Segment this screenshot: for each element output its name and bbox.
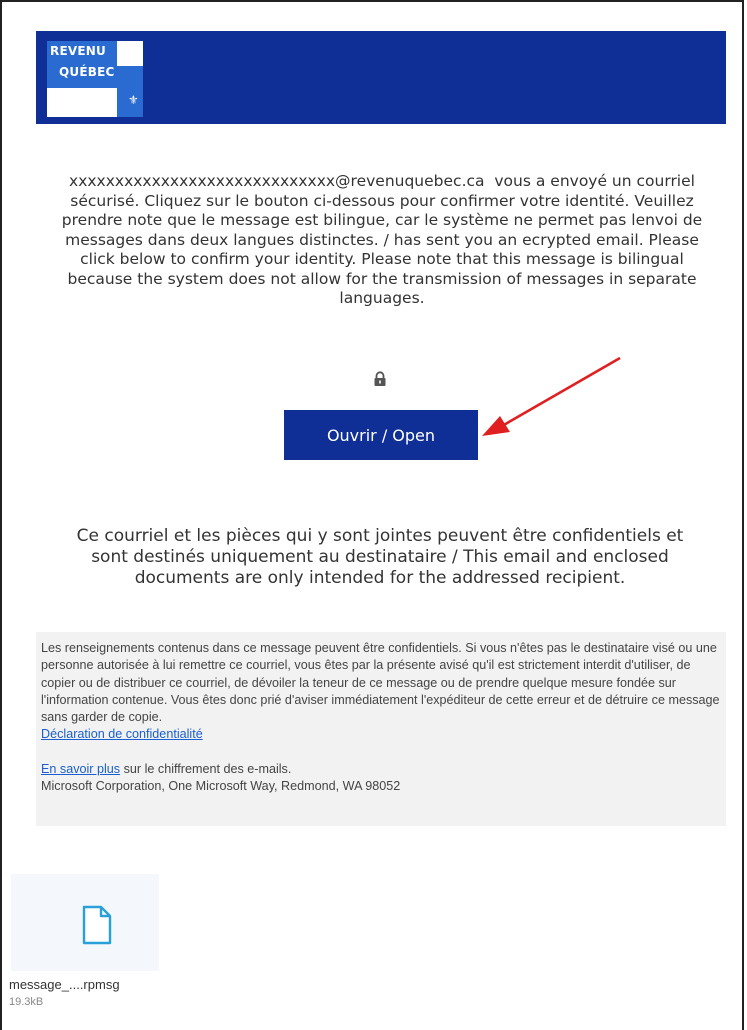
file-icon bbox=[82, 905, 112, 945]
disclaimer-box: Les renseignements contenus dans ce mess… bbox=[36, 632, 726, 826]
attachment-tile[interactable] bbox=[11, 874, 159, 971]
logo-line2: QUÉBEC bbox=[59, 65, 115, 79]
header-banner: REVENU QUÉBEC ⚜ bbox=[36, 31, 726, 124]
confidentiality-note: Ce courriel et les pièces qui y sont joi… bbox=[76, 526, 684, 588]
microsoft-address: Microsoft Corporation, One Microsoft Way… bbox=[41, 779, 401, 794]
intro-message: xxxxxxxxxxxxxxxxxxxxxxxxxxxxx@revenuqueb… bbox=[52, 172, 712, 309]
learn-more-link[interactable]: En savoir plus bbox=[41, 762, 120, 776]
disclaimer-text: Les renseignements contenus dans ce mess… bbox=[41, 641, 720, 725]
logo-line1: REVENU bbox=[50, 44, 106, 58]
annotation-arrow bbox=[482, 356, 621, 436]
fleur-de-lis-icon: ⚜ bbox=[128, 93, 139, 107]
lock-icon bbox=[374, 371, 386, 386]
attachment-size: 19.3kB bbox=[9, 996, 44, 1008]
intro-text: vous a envoyé un courriel sécurisé. Cliq… bbox=[61, 172, 703, 307]
encryption-info: En savoir plus sur le chiffrement des e-… bbox=[41, 761, 720, 778]
privacy-statement-link[interactable]: Déclaration de confidentialité bbox=[41, 727, 203, 741]
learn-more-suffix: sur le chiffrement des e-mails. bbox=[123, 761, 292, 776]
logo-stripe bbox=[117, 66, 143, 117]
attachment-name[interactable]: message_....rpmsg bbox=[9, 977, 120, 992]
revenu-quebec-logo: REVENU QUÉBEC ⚜ bbox=[47, 41, 143, 117]
open-button[interactable]: Ouvrir / Open bbox=[284, 410, 478, 460]
sender-address: xxxxxxxxxxxxxxxxxxxxxxxxxxxxx@revenuqueb… bbox=[69, 172, 485, 190]
